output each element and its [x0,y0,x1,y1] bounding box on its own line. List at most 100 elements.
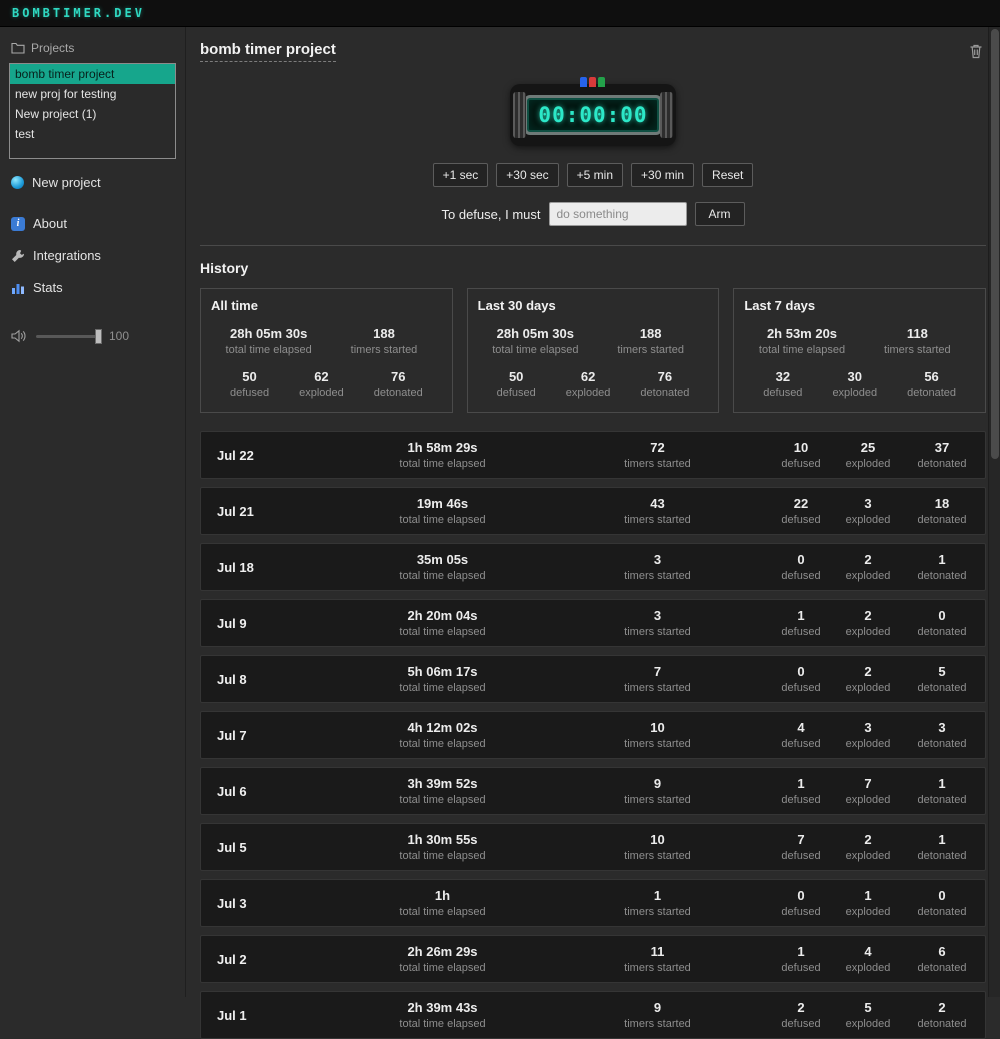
stat-detonated: 3 detonated [899,720,985,750]
trash-icon [970,44,982,59]
timer-add-button[interactable]: +30 min [631,163,695,187]
stat-detonated: 0 detonated [899,888,985,918]
stat-label: exploded [845,738,891,750]
stat-total-time-elapsed: 1h total time elapsed [335,888,550,918]
stat-label: detonated [917,962,967,974]
day-date: Jul 9 [217,615,247,631]
stat-label: exploded [845,794,891,806]
folder-icon [11,42,25,54]
stat-label: defused [496,387,536,399]
stat-label: total time elapsed [399,1018,486,1030]
stat-value: 1 [938,776,946,791]
timer-add-button[interactable]: +1 sec [432,163,489,187]
stat-value: 2 [864,832,872,847]
stat-label: total time elapsed [225,344,312,356]
volume-slider[interactable] [36,328,102,344]
stat-label: total time elapsed [399,682,486,694]
app-logo[interactable]: BOMBTIMER.DEV [12,6,145,20]
stat-timers-started: 10 timers started [550,832,765,862]
scrollbar[interactable] [988,27,1000,997]
timer-digits: 00:00:00 [538,103,648,127]
main-content: bomb timer project 00:00:00 +1 sec +30 s… [186,27,1000,1039]
timer-display: 00:00:00 [527,98,659,132]
sidebar-item-stats[interactable]: Stats [11,280,174,295]
arm-button[interactable]: Arm [694,202,745,226]
day-date: Jul 8 [217,671,247,687]
stat-total-time-elapsed: 2h 39m 43s total time elapsed [335,1000,550,1030]
sidebar-item-about[interactable]: i About [11,216,174,231]
scrollbar-thumb[interactable] [991,29,999,459]
volume-value: 100 [109,329,130,343]
stat-defused: 32 defused [763,369,802,399]
day-date: Jul 2 [217,951,247,967]
stat-label: total time elapsed [399,514,486,526]
divider [200,245,986,246]
page-title[interactable]: bomb timer project [200,41,336,62]
history-summary-cards: All time 28h 05m 30s total time elapsed … [200,288,986,413]
stat-value: 5 [864,1000,872,1015]
stat-value: 2h 20m 04s [407,608,478,623]
stat-defused: 10 defused [765,440,837,470]
history-heading: History [200,260,249,276]
stat-label: timers started [624,850,691,862]
stat-value: 37 [934,440,950,455]
stat-value: 7 [653,664,662,679]
stat-timers-started: 10 timers started [550,720,765,750]
new-project-button[interactable]: New project [11,175,174,190]
stat-label: timers started [624,1018,691,1030]
stat-label: defused [781,962,821,974]
stat-label: total time elapsed [492,344,579,356]
stat-value: 6 [938,944,946,959]
stat-label: total time elapsed [758,344,846,356]
project-item[interactable]: new proj for testing [10,84,175,104]
history-day-row: Jul 22 1h 58m 29s total time elapsed 72 … [200,431,986,479]
history-day-row: Jul 21 19m 46s total time elapsed 43 tim… [200,487,986,535]
stat-detonated: 6 detonated [899,944,985,974]
stat-total-time-elapsed: 1h 58m 29s total time elapsed [335,440,550,470]
day-date: Jul 6 [217,783,247,799]
stat-label: exploded [845,906,891,918]
summary-card-title: Last 30 days [477,298,556,313]
stat-label: exploded [845,1018,891,1030]
project-list[interactable]: bomb timer project new proj for testing … [9,63,176,159]
stat-label: defused [229,387,270,399]
stat-timers-started: 7 timers started [550,664,765,694]
stat-total-time-elapsed: 35m 05s total time elapsed [335,552,550,582]
stat-label: timers started [617,344,684,356]
day-date: Jul 3 [217,895,247,911]
stat-detonated: 0 detonated [899,608,985,638]
stat-value: 72 [650,440,665,455]
stat-label: detonated [917,514,967,526]
stat-label: total time elapsed [399,850,486,862]
project-item[interactable]: test [10,124,175,144]
timer-add-button[interactable]: +5 min [566,163,624,187]
summary-card: All time 28h 05m 30s total time elapsed … [200,288,453,413]
history-day-row: Jul 3 1h total time elapsed 1 timers sta… [200,879,986,927]
projects-label: Projects [31,41,75,55]
stat-label: defused [781,850,821,862]
stat-label: defused [781,738,821,750]
delete-project-button[interactable] [966,41,986,61]
stat-label: exploded [845,682,891,694]
project-item[interactable]: bomb timer project [10,64,175,84]
bomb-cap-right [660,92,673,138]
project-item[interactable]: New project (1) [10,104,175,124]
speaker-icon[interactable] [11,329,27,343]
sidebar-item-integrations[interactable]: Integrations [11,248,174,263]
history-day-row: Jul 2 2h 26m 29s total time elapsed 11 t… [200,935,986,983]
stat-label: timers started [884,344,951,356]
timer-add-button[interactable]: Reset [702,163,754,187]
stat-exploded: 1 exploded [837,888,899,918]
stat-total-time-elapsed: 4h 12m 02s total time elapsed [335,720,550,750]
defuse-input[interactable] [548,202,687,226]
stat-value: 30 [847,369,862,384]
history-day-row: Jul 5 1h 30m 55s total time elapsed 10 t… [200,823,986,871]
stat-defused: 0 defused [765,552,837,582]
stat-timers-started: 188 timers started [326,326,441,356]
timer-add-button[interactable]: +30 sec [496,163,559,187]
stat-timers-started: 188 timers started [593,326,708,356]
stat-value: 28h 05m 30s [229,326,308,341]
volume-slider-thumb[interactable] [95,328,102,344]
stat-value: 9 [653,1000,662,1015]
history-day-row: Jul 7 4h 12m 02s total time elapsed 10 t… [200,711,986,759]
